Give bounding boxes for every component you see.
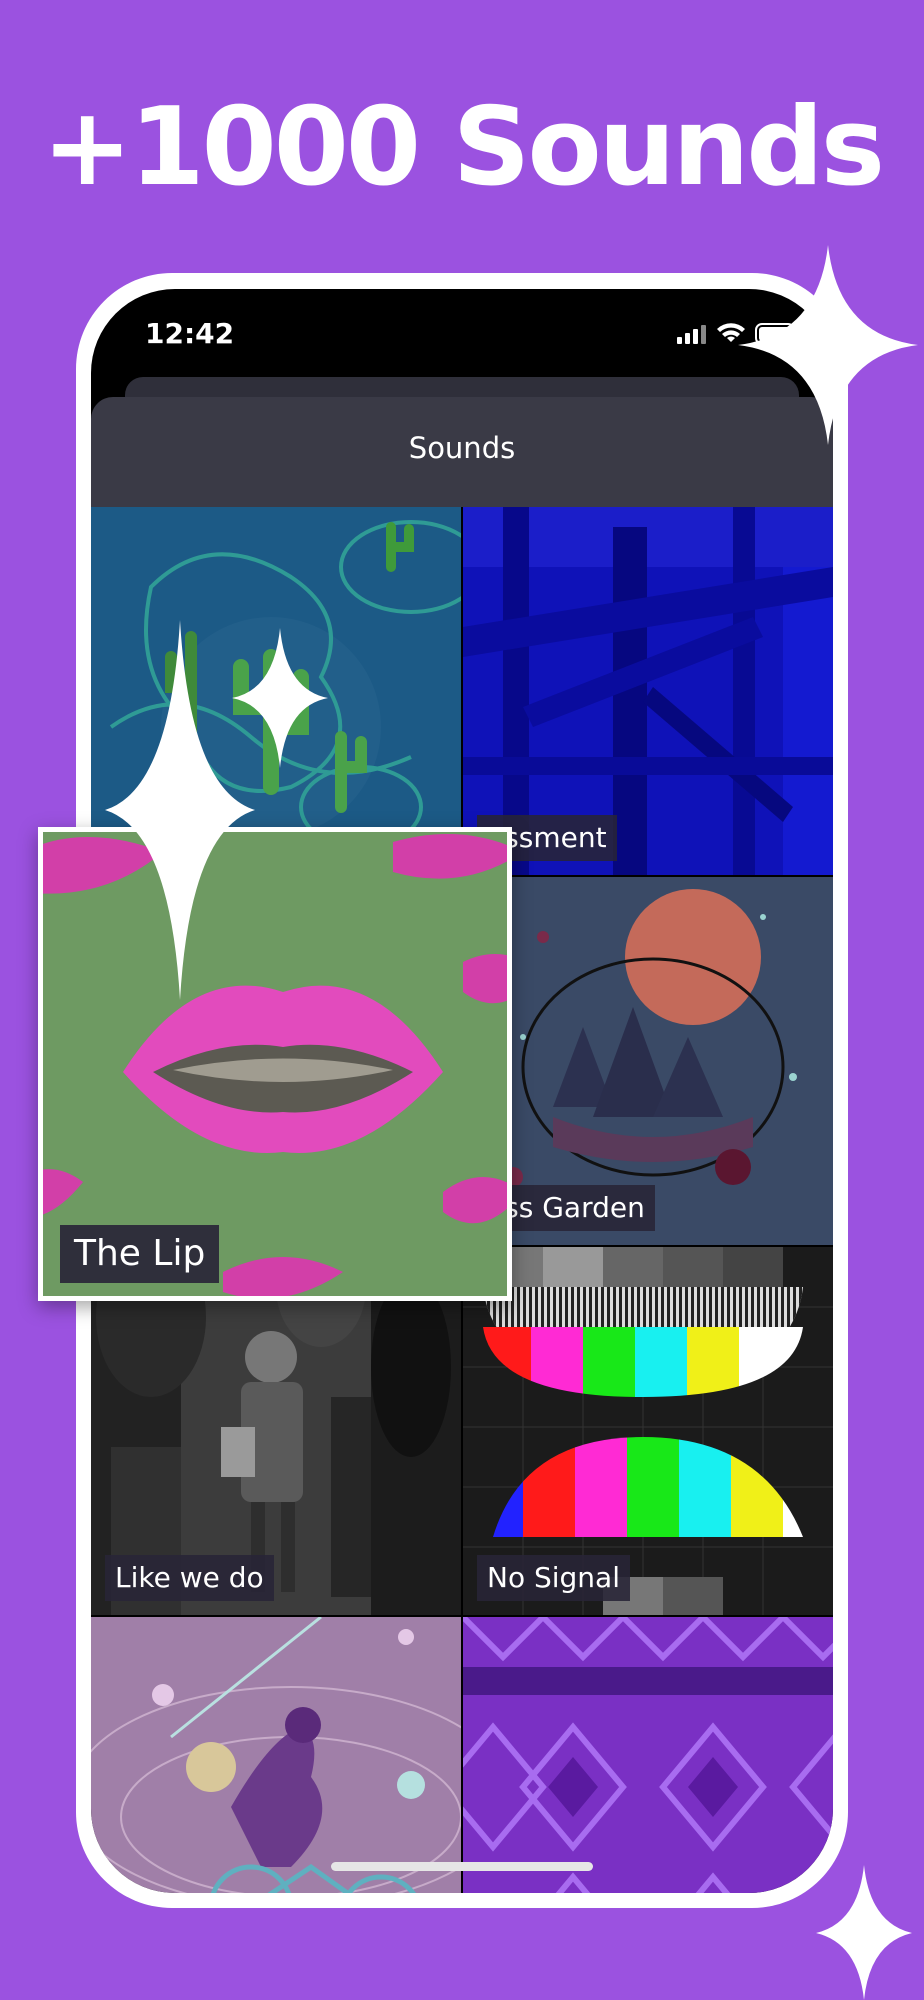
sound-tile-cyclist[interactable] [91, 1617, 461, 1893]
sparkle-small-icon [232, 628, 328, 768]
headline: +1000 Sounds [41, 85, 885, 210]
sparkle-bottom-right-icon [816, 1865, 912, 2000]
sound-tile-no-signal[interactable]: No Signal [463, 1247, 833, 1615]
home-indicator[interactable] [331, 1862, 593, 1871]
featured-sound-label: The Lip [60, 1225, 220, 1283]
sound-tile-ass-garden[interactable]: ass Garden [463, 877, 833, 1245]
space-cyclist-artwork [91, 1617, 461, 1893]
sound-tile-like-we-do[interactable]: Like we do [91, 1247, 461, 1615]
diamond-pattern-artwork [463, 1617, 833, 1893]
cellular-signal-icon [677, 325, 706, 344]
sheet-title: Sounds [408, 431, 516, 465]
sparkle-top-right-icon [738, 245, 918, 445]
sound-tile-label: No Signal [477, 1555, 630, 1601]
sound-tile-label: Like we do [105, 1555, 274, 1601]
sound-tile-assment[interactable]: assment [463, 507, 833, 875]
status-time: 12:42 [145, 317, 235, 350]
sound-tile-diamonds[interactable] [463, 1617, 833, 1893]
sheet-header: Sounds [91, 397, 833, 507]
